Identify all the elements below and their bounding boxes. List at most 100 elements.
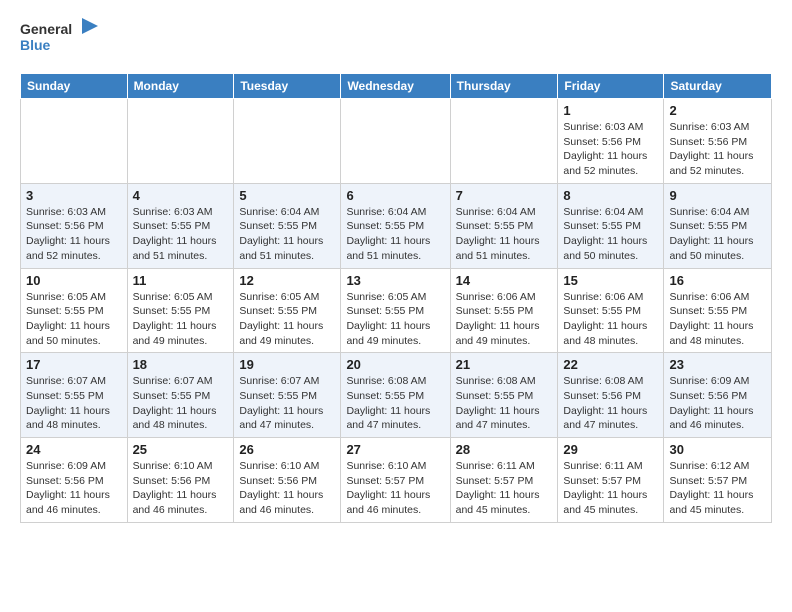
calendar-week-row: 1Sunrise: 6:03 AM Sunset: 5:56 PM Daylig… [21, 99, 772, 184]
calendar-week-row: 3Sunrise: 6:03 AM Sunset: 5:56 PM Daylig… [21, 183, 772, 268]
calendar-cell [341, 99, 450, 184]
calendar-cell: 19 Sunrise: 6:07 AM Sunset: 5:55 PM Dayli… [234, 353, 341, 438]
day-info: Sunrise: 6:09 AM Sunset: 5:56 PM Dayligh… [669, 374, 766, 433]
calendar-day-header: Monday [127, 74, 234, 99]
day-info: Sunrise: 6:10 AM Sunset: 5:56 PM Dayligh… [239, 459, 335, 518]
calendar-cell: 20 Sunrise: 6:08 AM Sunset: 5:55 PM Dayli… [341, 353, 450, 438]
day-number: 27 [346, 442, 444, 457]
day-number: 18 [133, 357, 229, 372]
calendar-cell: 30 Sunrise: 6:12 AM Sunset: 5:57 PM Dayli… [664, 438, 772, 523]
logo-icon: General Blue [20, 16, 100, 60]
day-info: Sunrise: 6:06 AM Sunset: 5:55 PM Dayligh… [563, 290, 658, 349]
page: General Blue SundayMondayTuesdayWednesda… [0, 0, 792, 539]
day-number: 6 [346, 188, 444, 203]
day-number: 15 [563, 273, 658, 288]
calendar-cell: 29 Sunrise: 6:11 AM Sunset: 5:57 PM Dayli… [558, 438, 664, 523]
calendar-cell: 6 Sunrise: 6:04 AM Sunset: 5:55 PM Daylig… [341, 183, 450, 268]
calendar-cell: 9Sunrise: 6:04 AM Sunset: 5:55 PM Daylig… [664, 183, 772, 268]
svg-text:Blue: Blue [20, 37, 51, 53]
day-info: Sunrise: 6:11 AM Sunset: 5:57 PM Dayligh… [563, 459, 658, 518]
calendar-cell: 11 Sunrise: 6:05 AM Sunset: 5:55 PM Dayli… [127, 268, 234, 353]
day-number: 24 [26, 442, 122, 457]
calendar-cell [450, 99, 558, 184]
day-number: 30 [669, 442, 766, 457]
calendar-day-header: Saturday [664, 74, 772, 99]
header: General Blue [20, 16, 772, 65]
day-info: Sunrise: 6:05 AM Sunset: 5:55 PM Dayligh… [26, 290, 122, 349]
calendar-cell: 27 Sunrise: 6:10 AM Sunset: 5:57 PM Dayli… [341, 438, 450, 523]
calendar-week-row: 17 Sunrise: 6:07 AM Sunset: 5:55 PM Dayli… [21, 353, 772, 438]
calendar-cell: 1Sunrise: 6:03 AM Sunset: 5:56 PM Daylig… [558, 99, 664, 184]
calendar-cell: 21Sunrise: 6:08 AM Sunset: 5:55 PM Dayli… [450, 353, 558, 438]
calendar-cell: 25 Sunrise: 6:10 AM Sunset: 5:56 PM Dayli… [127, 438, 234, 523]
calendar-cell: 8 Sunrise: 6:04 AM Sunset: 5:55 PM Daylig… [558, 183, 664, 268]
day-info: Sunrise: 6:03 AM Sunset: 5:56 PM Dayligh… [669, 120, 766, 179]
calendar-day-header: Thursday [450, 74, 558, 99]
day-info: Sunrise: 6:05 AM Sunset: 5:55 PM Dayligh… [133, 290, 229, 349]
day-number: 11 [133, 273, 229, 288]
day-number: 23 [669, 357, 766, 372]
calendar-cell: 4Sunrise: 6:03 AM Sunset: 5:55 PM Daylig… [127, 183, 234, 268]
calendar-cell: 12 Sunrise: 6:05 AM Sunset: 5:55 PM Dayli… [234, 268, 341, 353]
day-info: Sunrise: 6:09 AM Sunset: 5:56 PM Dayligh… [26, 459, 122, 518]
day-number: 7 [456, 188, 553, 203]
day-number: 19 [239, 357, 335, 372]
day-number: 26 [239, 442, 335, 457]
calendar-cell: 2 Sunrise: 6:03 AM Sunset: 5:56 PM Daylig… [664, 99, 772, 184]
calendar-cell: 23 Sunrise: 6:09 AM Sunset: 5:56 PM Dayli… [664, 353, 772, 438]
calendar-table: SundayMondayTuesdayWednesdayThursdayFrid… [20, 73, 772, 523]
calendar-cell: 3Sunrise: 6:03 AM Sunset: 5:56 PM Daylig… [21, 183, 128, 268]
day-number: 21 [456, 357, 553, 372]
calendar-cell [234, 99, 341, 184]
day-number: 3 [26, 188, 122, 203]
calendar-day-header: Sunday [21, 74, 128, 99]
day-info: Sunrise: 6:05 AM Sunset: 5:55 PM Dayligh… [239, 290, 335, 349]
day-info: Sunrise: 6:04 AM Sunset: 5:55 PM Dayligh… [456, 205, 553, 264]
calendar-day-header: Wednesday [341, 74, 450, 99]
calendar-cell: 17Sunrise: 6:07 AM Sunset: 5:55 PM Dayli… [21, 353, 128, 438]
day-number: 29 [563, 442, 658, 457]
day-info: Sunrise: 6:04 AM Sunset: 5:55 PM Dayligh… [563, 205, 658, 264]
calendar-day-header: Friday [558, 74, 664, 99]
day-info: Sunrise: 6:07 AM Sunset: 5:55 PM Dayligh… [239, 374, 335, 433]
calendar-cell: 5Sunrise: 6:04 AM Sunset: 5:55 PM Daylig… [234, 183, 341, 268]
calendar-cell: 7 Sunrise: 6:04 AM Sunset: 5:55 PM Daylig… [450, 183, 558, 268]
day-info: Sunrise: 6:10 AM Sunset: 5:57 PM Dayligh… [346, 459, 444, 518]
day-info: Sunrise: 6:08 AM Sunset: 5:56 PM Dayligh… [563, 374, 658, 433]
day-info: Sunrise: 6:04 AM Sunset: 5:55 PM Dayligh… [346, 205, 444, 264]
calendar-cell: 16 Sunrise: 6:06 AM Sunset: 5:55 PM Dayli… [664, 268, 772, 353]
calendar-cell: 13 Sunrise: 6:05 AM Sunset: 5:55 PM Dayli… [341, 268, 450, 353]
calendar-cell [127, 99, 234, 184]
day-info: Sunrise: 6:10 AM Sunset: 5:56 PM Dayligh… [133, 459, 229, 518]
day-number: 12 [239, 273, 335, 288]
calendar-cell: 15 Sunrise: 6:06 AM Sunset: 5:55 PM Dayli… [558, 268, 664, 353]
calendar-cell: 24 Sunrise: 6:09 AM Sunset: 5:56 PM Dayli… [21, 438, 128, 523]
calendar-week-row: 10 Sunrise: 6:05 AM Sunset: 5:55 PM Dayli… [21, 268, 772, 353]
day-number: 8 [563, 188, 658, 203]
day-number: 13 [346, 273, 444, 288]
day-info: Sunrise: 6:06 AM Sunset: 5:55 PM Dayligh… [669, 290, 766, 349]
day-number: 2 [669, 103, 766, 118]
day-info: Sunrise: 6:04 AM Sunset: 5:55 PM Dayligh… [669, 205, 766, 264]
day-number: 17 [26, 357, 122, 372]
day-info: Sunrise: 6:05 AM Sunset: 5:55 PM Dayligh… [346, 290, 444, 349]
day-number: 22 [563, 357, 658, 372]
calendar-cell: 28 Sunrise: 6:11 AM Sunset: 5:57 PM Dayli… [450, 438, 558, 523]
calendar-cell: 10 Sunrise: 6:05 AM Sunset: 5:55 PM Dayli… [21, 268, 128, 353]
day-info: Sunrise: 6:11 AM Sunset: 5:57 PM Dayligh… [456, 459, 553, 518]
calendar-week-row: 24 Sunrise: 6:09 AM Sunset: 5:56 PM Dayli… [21, 438, 772, 523]
calendar-cell: 14Sunrise: 6:06 AM Sunset: 5:55 PM Dayli… [450, 268, 558, 353]
calendar-day-header: Tuesday [234, 74, 341, 99]
logo: General Blue [20, 16, 100, 65]
day-number: 25 [133, 442, 229, 457]
day-info: Sunrise: 6:07 AM Sunset: 5:55 PM Dayligh… [133, 374, 229, 433]
day-info: Sunrise: 6:12 AM Sunset: 5:57 PM Dayligh… [669, 459, 766, 518]
calendar-cell: 18 Sunrise: 6:07 AM Sunset: 5:55 PM Dayli… [127, 353, 234, 438]
day-number: 10 [26, 273, 122, 288]
day-number: 4 [133, 188, 229, 203]
day-number: 5 [239, 188, 335, 203]
day-number: 16 [669, 273, 766, 288]
day-number: 20 [346, 357, 444, 372]
day-info: Sunrise: 6:08 AM Sunset: 5:55 PM Dayligh… [346, 374, 444, 433]
day-number: 28 [456, 442, 553, 457]
